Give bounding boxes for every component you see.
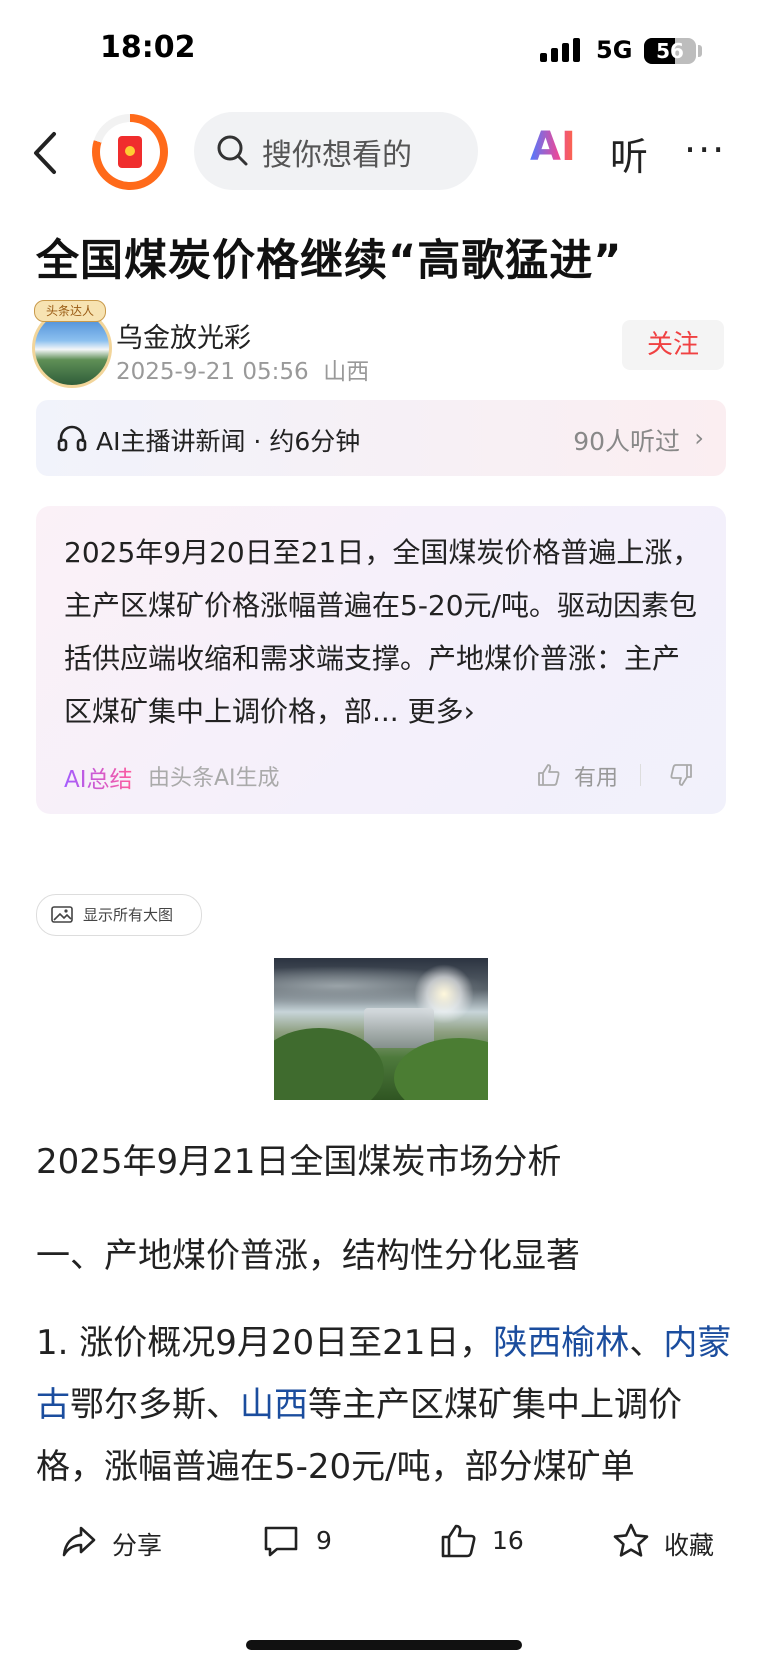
ai-listen-label: AI主播讲新闻 · 约6分钟 (96, 427, 361, 456)
link-shanxi[interactable]: 山西 (240, 1385, 308, 1425)
chevron-right-icon: › (694, 424, 704, 452)
ai-summary-tag: AI总结 (64, 760, 133, 794)
like-button[interactable]: 16 (440, 1522, 540, 1562)
comment-count: 9 (316, 1526, 332, 1555)
para-text: 鄂尔多斯、 (70, 1385, 240, 1425)
image-coal-plant (364, 1008, 434, 1048)
article-subheading: 一、产地煤价普涨，结构性分化显著 (36, 1236, 580, 1276)
search-bar[interactable]: 搜你想看的 (194, 112, 478, 190)
link-shaanxi-yulin[interactable]: 陕西榆林 (493, 1323, 629, 1363)
listen-button[interactable]: 听 (610, 126, 648, 181)
ai-listen-bar[interactable]: AI主播讲新闻 · 约6分钟 90人听过 › (36, 400, 726, 476)
ai-summary-card: 2025年9月20日至21日，全国煤炭价格普遍上涨，主产区煤矿价格涨幅普遍在5-… (36, 506, 726, 814)
signal-icon (540, 38, 584, 62)
ai-summary-text: 2025年9月20日至21日，全国煤炭价格普遍上涨，主产区煤矿价格涨幅普遍在5-… (64, 526, 704, 738)
thumb-down-icon[interactable] (668, 762, 694, 788)
battery-icon: 56 (644, 38, 696, 64)
summary-more-label: 更多 (407, 695, 464, 728)
more-button[interactable]: ··· (684, 128, 726, 172)
summary-more-link[interactable]: 更多› (408, 695, 475, 728)
publish-location: 山西 (323, 359, 370, 385)
search-placeholder: 搜你想看的 (262, 138, 412, 173)
useful-button[interactable]: 有用 (574, 760, 618, 792)
author-badge: 头条达人 (34, 300, 106, 322)
article-paragraph: 1. 涨价概况9月20日至21日，陕西榆林、内蒙古鄂尔多斯、山西等主产区煤矿集中… (36, 1312, 736, 1498)
show-all-images-button[interactable]: 显示所有大图 (36, 894, 202, 936)
para-text: 、 (629, 1323, 664, 1363)
share-label: 分享 (112, 1531, 163, 1560)
author-name[interactable]: 乌金放光彩 (116, 316, 251, 355)
article-meta: 2025-9-21 05:56 山西 (116, 352, 369, 386)
headphones-icon (57, 425, 87, 452)
ai-button[interactable]: AI (530, 124, 576, 170)
comment-icon (264, 1526, 298, 1557)
thumb-up-icon[interactable] (536, 762, 562, 788)
chevron-left-icon (34, 132, 56, 174)
thumb-up-icon (441, 1524, 476, 1558)
battery-tip (698, 45, 702, 57)
back-button[interactable] (28, 128, 68, 178)
share-icon (62, 1526, 96, 1557)
para-text: 1. 涨价概况9月20日至21日， (36, 1323, 494, 1363)
network-type: 5G (596, 36, 633, 64)
image-icon (51, 906, 73, 923)
favorite-button[interactable]: 收藏 (612, 1522, 732, 1562)
red-packet-button[interactable] (92, 114, 168, 190)
comment-button[interactable]: 9 (262, 1522, 362, 1562)
share-button[interactable]: 分享 (60, 1522, 180, 1562)
home-indicator (246, 1640, 522, 1650)
ai-generated-by: 由头条AI生成 (148, 766, 280, 791)
battery-level: 56 (656, 39, 684, 63)
listener-count: 90人听过 (573, 427, 680, 456)
favorite-label: 收藏 (664, 1531, 715, 1560)
search-icon (217, 135, 248, 166)
follow-button[interactable]: 关注 (622, 320, 724, 370)
status-time: 18:02 (100, 30, 196, 65)
article-title: 全国煤炭价格继续“高歌猛进” (36, 236, 623, 286)
divider (640, 764, 641, 786)
red-envelope-icon (118, 136, 142, 168)
article-heading: 2025年9月21日全国煤炭市场分析 (36, 1142, 562, 1182)
like-count: 16 (492, 1526, 524, 1555)
ai-summary-body: 2025年9月20日至21日，全国煤炭价格普遍上涨，主产区煤矿价格涨幅普遍在5-… (64, 536, 701, 728)
publish-date: 2025-9-21 05:56 (116, 359, 309, 385)
bottom-action-bar: 分享 9 16 收藏 (0, 1500, 768, 1600)
show-all-images-label: 显示所有大图 (83, 906, 174, 924)
article-image[interactable] (274, 958, 488, 1100)
star-icon (613, 1523, 649, 1557)
